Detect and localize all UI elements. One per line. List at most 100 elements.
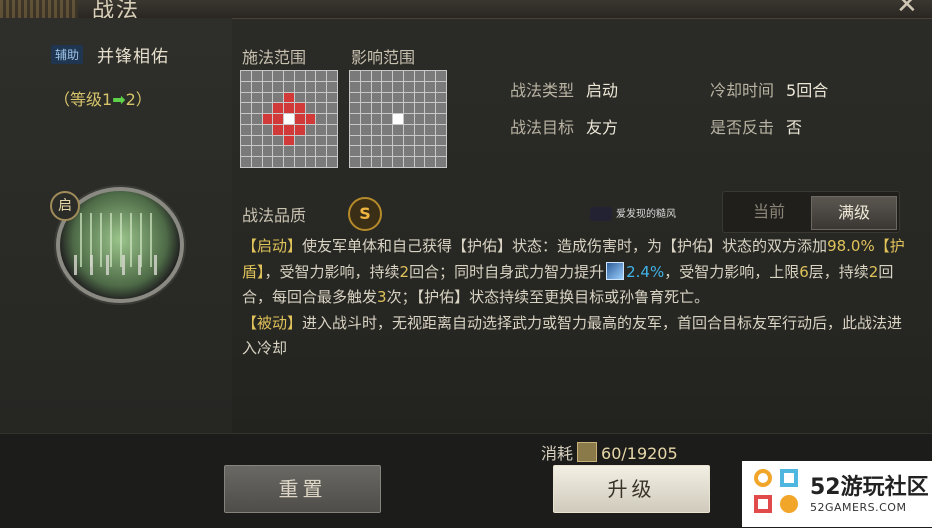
range-cell — [251, 124, 262, 135]
range-cell — [316, 114, 327, 124]
range-cell — [425, 71, 436, 81]
range-cell — [350, 92, 360, 103]
range-cell — [350, 81, 360, 92]
range-cell — [393, 135, 403, 146]
range-cell — [251, 81, 262, 92]
level-indicator: （等级1➡2） — [54, 86, 152, 110]
range-cell — [360, 124, 371, 135]
quality-label: 战法品质 — [242, 206, 307, 225]
range-cell — [305, 114, 316, 124]
range-cell — [241, 92, 251, 103]
range-cell — [436, 81, 446, 92]
range-cell — [327, 114, 337, 124]
range-cell — [284, 92, 294, 103]
range-cell — [360, 135, 371, 146]
toggle-current[interactable]: 当前 — [727, 196, 811, 228]
range-cell — [403, 124, 414, 135]
range-cell — [305, 103, 316, 114]
range-cell — [273, 157, 284, 167]
quality-grade-badge: S — [348, 197, 382, 231]
skill-target-row: 战法目标 友方 — [510, 114, 618, 138]
range-cell — [350, 114, 360, 124]
range-cell — [316, 103, 327, 114]
range-cell — [425, 135, 436, 146]
range-cell — [273, 114, 284, 124]
range-cell — [284, 124, 294, 135]
range-cell — [305, 135, 316, 146]
range-cell — [371, 135, 382, 146]
level-toggle: 当前 满级 — [722, 191, 900, 233]
range-cell — [262, 135, 273, 146]
range-cell — [327, 71, 337, 81]
range-cell — [360, 103, 371, 114]
range-cell — [262, 157, 273, 167]
range-cell — [251, 114, 262, 124]
range-cell — [436, 124, 446, 135]
cooldown-label: 冷却时间 — [710, 81, 775, 100]
range-cell — [393, 124, 403, 135]
range-cell — [436, 135, 446, 146]
range-cell — [273, 124, 284, 135]
range-cell — [294, 81, 305, 92]
range-cell — [403, 71, 414, 81]
scroll-icon — [577, 442, 598, 462]
counter-label: 是否反击 — [710, 118, 775, 137]
cost-value: 60/19205 — [601, 444, 678, 463]
range-cell — [382, 114, 393, 124]
range-cell — [262, 146, 273, 157]
close-icon[interactable]: ✕ — [896, 0, 918, 20]
reset-button[interactable]: 重置 — [224, 465, 381, 513]
range-cell — [350, 146, 360, 157]
range-cell — [262, 103, 273, 114]
range-cell — [371, 103, 382, 114]
range-cell — [273, 103, 284, 114]
range-cell — [393, 81, 403, 92]
desc-number: 98.0% — [827, 237, 875, 255]
range-cell — [393, 114, 403, 124]
range-cell — [241, 103, 251, 114]
cooldown-value: 5回合 — [786, 81, 829, 100]
range-cell — [403, 92, 414, 103]
range-cell — [316, 146, 327, 157]
range-cell — [371, 114, 382, 124]
cast-range-grid — [240, 70, 338, 168]
range-cell — [414, 71, 425, 81]
desc-number: 2 — [399, 262, 410, 281]
upgrade-button[interactable]: 升级 — [553, 465, 710, 513]
range-cell — [436, 146, 446, 157]
effect-range-grid — [349, 70, 447, 168]
desc-text: 层，持续 — [808, 262, 869, 281]
desc-text: 【护佑】 — [452, 237, 513, 255]
range-cell — [360, 157, 371, 167]
title-ornament — [0, 0, 78, 18]
range-cell — [403, 146, 414, 157]
range-cell — [241, 114, 251, 124]
desc-number: 3 — [377, 288, 387, 306]
range-cell — [262, 71, 273, 81]
range-cell — [360, 114, 371, 124]
range-cell — [327, 157, 337, 167]
level-prefix: （等级1 — [54, 90, 113, 109]
range-cell — [273, 135, 284, 146]
range-cell — [425, 103, 436, 114]
counter-value: 否 — [786, 118, 803, 137]
range-cell — [241, 71, 251, 81]
effect-range-label: 影响范围 — [351, 48, 416, 67]
cost-label: 消耗 — [541, 444, 574, 463]
toggle-max-level[interactable]: 满级 — [811, 196, 897, 230]
skill-name: 并锋相佑 — [97, 47, 169, 67]
range-cell — [425, 124, 436, 135]
range-cell — [305, 157, 316, 167]
cost-display: 消耗 60/19205 — [541, 440, 678, 464]
range-cell — [327, 92, 337, 103]
range-cell — [393, 157, 403, 167]
range-cell — [414, 103, 425, 114]
range-cell — [436, 103, 446, 114]
range-cell — [284, 135, 294, 146]
range-cell — [241, 135, 251, 146]
range-cell — [436, 114, 446, 124]
range-cell — [327, 81, 337, 92]
range-cell — [425, 114, 436, 124]
range-cell — [371, 157, 382, 167]
watermark-text: 爱发现的糙风 — [616, 209, 676, 220]
